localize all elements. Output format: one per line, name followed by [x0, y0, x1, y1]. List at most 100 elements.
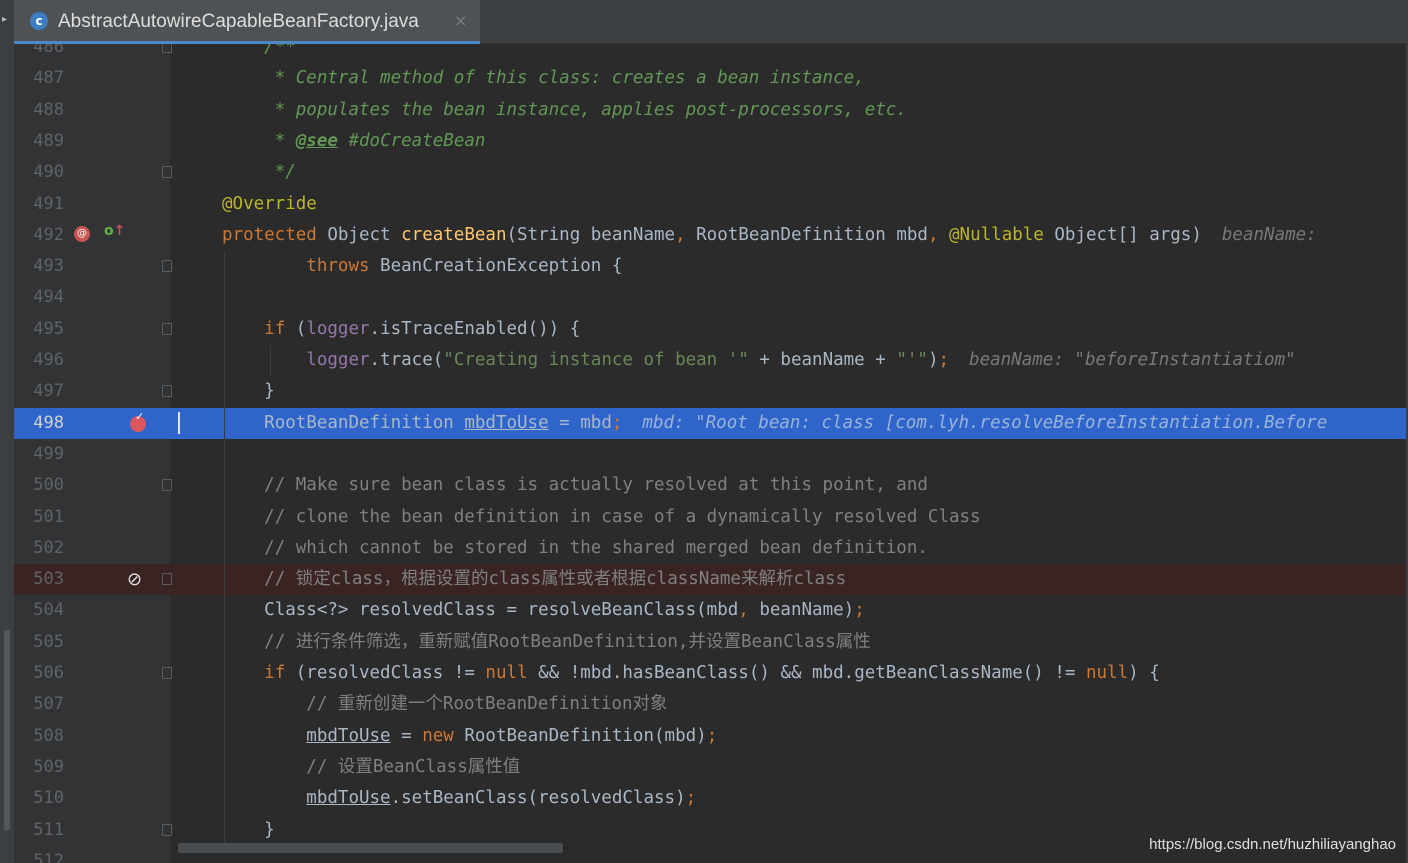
- close-tab-icon[interactable]: ×: [454, 11, 467, 30]
- line-number[interactable]: 505: [14, 627, 64, 658]
- line-number[interactable]: 512: [14, 846, 64, 863]
- fold-marker-icon[interactable]: [162, 573, 172, 586]
- line-number[interactable]: 503: [14, 564, 64, 595]
- code-token: RootBeanDefinition mbd: [696, 224, 928, 245]
- fold-marker-icon[interactable]: [162, 479, 172, 492]
- code-token: if: [264, 663, 286, 683]
- code-token: if: [264, 318, 286, 339]
- line-number[interactable]: 507: [14, 689, 64, 720]
- code-text: protected Object createBean(String beanN…: [222, 220, 1317, 251]
- line-number[interactable]: 498: [14, 408, 64, 439]
- code-line-486[interactable]: 486 /**: [14, 44, 1408, 63]
- line-number[interactable]: 502: [14, 533, 64, 564]
- code-token: createBean: [401, 224, 507, 245]
- line-number[interactable]: 488: [14, 95, 64, 126]
- line-number[interactable]: 501: [14, 502, 64, 533]
- line-number[interactable]: 497: [14, 376, 64, 407]
- caret: [178, 411, 180, 434]
- disabled-breakpoint-icon[interactable]: ⊘: [127, 569, 142, 590]
- code-token: ;: [611, 412, 623, 433]
- code-line-492[interactable]: 492 @ o↑ protected Object createBean(String…: [14, 220, 1408, 251]
- fold-marker-icon[interactable]: [162, 260, 172, 273]
- line-number[interactable]: 506: [14, 658, 64, 689]
- expand-arrow-icon[interactable]: ▸: [2, 14, 7, 25]
- code-token: // clone the bean definition in case of …: [264, 506, 981, 527]
- left-scroll-thumb[interactable]: [4, 630, 10, 830]
- left-tool-strip: ▸: [0, 0, 14, 863]
- code-token: beanName): [759, 600, 855, 621]
- code-token: ;: [854, 600, 865, 621]
- line-number[interactable]: 487: [14, 63, 64, 94]
- line-number[interactable]: 494: [14, 282, 64, 313]
- code-token: protected: [222, 224, 317, 245]
- code-text: // 锁定class，根据设置的class属性或者根据className来解析c…: [222, 564, 846, 595]
- line-number[interactable]: 492: [14, 220, 64, 251]
- code-token: #doCreateBean: [337, 130, 486, 151]
- code-editor[interactable]: 486 /** 487 * Central method of this clas…: [14, 44, 1408, 863]
- code-text: logger.trace("Creating instance of bean …: [222, 345, 1295, 376]
- code-line-489[interactable]: 489 * @see #doCreateBean: [14, 126, 1408, 157]
- fold-marker-icon[interactable]: [162, 667, 172, 679]
- fold-marker-icon[interactable]: [162, 322, 172, 335]
- code-token: // 设置BeanClass属性值: [306, 756, 521, 777]
- line-number[interactable]: 511: [14, 815, 64, 846]
- line-number[interactable]: 489: [14, 126, 64, 157]
- code-token: *: [274, 130, 296, 151]
- code-text: // which cannot be stored in the shared …: [222, 533, 928, 564]
- code-text: throws BeanCreationException {: [222, 251, 622, 282]
- line-number[interactable]: 493: [14, 251, 64, 282]
- line-number[interactable]: 510: [14, 783, 64, 814]
- fold-marker-icon[interactable]: [162, 823, 172, 836]
- line-number[interactable]: 496: [14, 345, 64, 376]
- fold-marker-icon[interactable]: [162, 44, 172, 53]
- code-line-488[interactable]: 488 * populates the bean instance, appli…: [14, 95, 1408, 126]
- code-token: mbdToUse: [306, 788, 391, 809]
- line-number[interactable]: 509: [14, 752, 64, 783]
- code-token: Object: [316, 224, 402, 245]
- line-number[interactable]: 495: [14, 314, 64, 345]
- code-token: null: [485, 663, 528, 683]
- line-number[interactable]: 500: [14, 470, 64, 501]
- implements-method-icon[interactable]: o↑: [104, 223, 125, 239]
- code-line-490[interactable]: 490 */: [14, 157, 1408, 188]
- fold-marker-icon[interactable]: [162, 385, 172, 398]
- line-number[interactable]: 499: [14, 439, 64, 470]
- code-line-491[interactable]: 491 @Override: [14, 189, 1408, 220]
- line-number[interactable]: 508: [14, 721, 64, 752]
- breakpoint-icon[interactable]: ✓: [130, 410, 146, 432]
- debug-inline-value: mbd: "Root bean: class [com.lyh.resolveB…: [642, 412, 1328, 433]
- code-token: ) {: [1128, 663, 1160, 683]
- line-number[interactable]: 490: [14, 157, 64, 188]
- line-number[interactable]: 504: [14, 595, 64, 626]
- override-method-icon[interactable]: @: [74, 225, 90, 242]
- horizontal-scrollbar-thumb[interactable]: [178, 843, 563, 853]
- code-line-487[interactable]: 487 * Central method of this class: crea…: [14, 63, 1408, 94]
- line-number[interactable]: 486: [14, 44, 64, 63]
- fold-marker-icon[interactable]: [162, 166, 172, 179]
- line-number[interactable]: 491: [14, 189, 64, 220]
- code-token: ,: [675, 224, 697, 245]
- code-token: (resolvedClass !=: [285, 663, 486, 683]
- code-text: @Override: [222, 189, 317, 220]
- code-token: null: [1085, 663, 1129, 683]
- code-text: /**: [222, 44, 296, 63]
- code-text: * populates the bean instance, applies p…: [222, 95, 907, 126]
- code-text: // Make sure bean class is actually reso…: [222, 470, 928, 501]
- code-text: mbdToUse.setBeanClass(resolvedClass);: [222, 783, 696, 814]
- code-token: (String beanName: [506, 224, 676, 245]
- code-token: .trace(: [369, 350, 444, 370]
- code-token: // 进行条件筛选，重新赋值RootBeanDefinition,并设置Bean…: [264, 631, 871, 652]
- indent-guide: [224, 251, 225, 846]
- code-text: // clone the bean definition in case of …: [222, 502, 981, 533]
- code-token: * Central method of this class: creates …: [274, 68, 865, 89]
- code-token: throws: [306, 256, 370, 277]
- tab-abstract-autowire-capable-bean-factory[interactable]: c AbstractAutowireCapableBeanFactory.jav…: [14, 0, 480, 44]
